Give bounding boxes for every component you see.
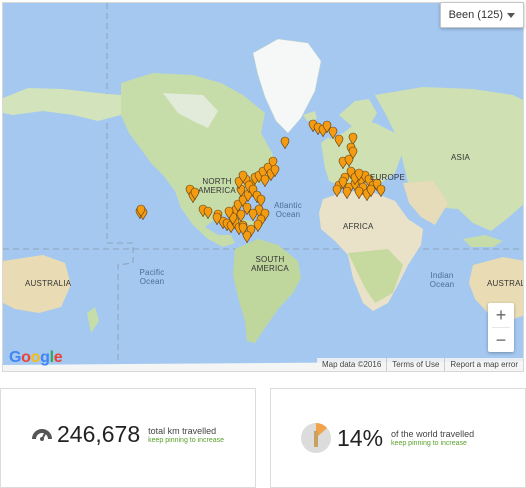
world-map: [3, 3, 523, 371]
map-pin[interactable]: [253, 219, 263, 233]
zoom-out-button[interactable]: −: [488, 328, 514, 352]
been-filter-dropdown[interactable]: Been (125): [439, 2, 524, 28]
google-letter: G: [9, 349, 22, 366]
world-percent-value: 14%: [337, 424, 384, 451]
world-stat-card: 14% of the world travelled keep pinning …: [270, 388, 526, 488]
distance-sub: keep pinning to increase: [148, 436, 225, 444]
map-data-text: Map data ©2016: [322, 360, 382, 369]
map[interactable]: NORTH AMERICA SOUTH AMERICA AFRICA EUROP…: [2, 2, 524, 372]
map-attribution: Map data ©2016 Terms of Use Report a map…: [317, 358, 523, 371]
chevron-down-icon: [507, 12, 515, 18]
map-pin[interactable]: [248, 208, 258, 222]
world-percent-sub: keep pinning to increase: [391, 440, 467, 447]
zoom-control: + −: [488, 303, 514, 352]
map-pin[interactable]: [280, 136, 290, 150]
zoom-in-button[interactable]: +: [488, 303, 514, 327]
speedometer-icon: [32, 428, 52, 441]
been-filter-label: Been (125): [448, 9, 503, 21]
google-letter: g: [40, 349, 50, 366]
world-percent-label: of the world travelled: [391, 429, 475, 439]
distance-stat-card: 246,678 total km travelled keep pinning …: [0, 388, 256, 488]
google-logo[interactable]: Google: [9, 349, 63, 367]
report-error-link[interactable]: Report a map error: [444, 358, 523, 371]
distance-label: total km travelled: [148, 425, 217, 436]
google-letter: o: [30, 349, 41, 366]
map-pin[interactable]: [260, 174, 270, 188]
globe-pie-icon: [301, 423, 331, 453]
google-letter: e: [53, 349, 63, 366]
google-letter: o: [21, 349, 31, 366]
terms-link[interactable]: Terms of Use: [386, 358, 444, 371]
distance-value: 246,678: [57, 421, 141, 447]
